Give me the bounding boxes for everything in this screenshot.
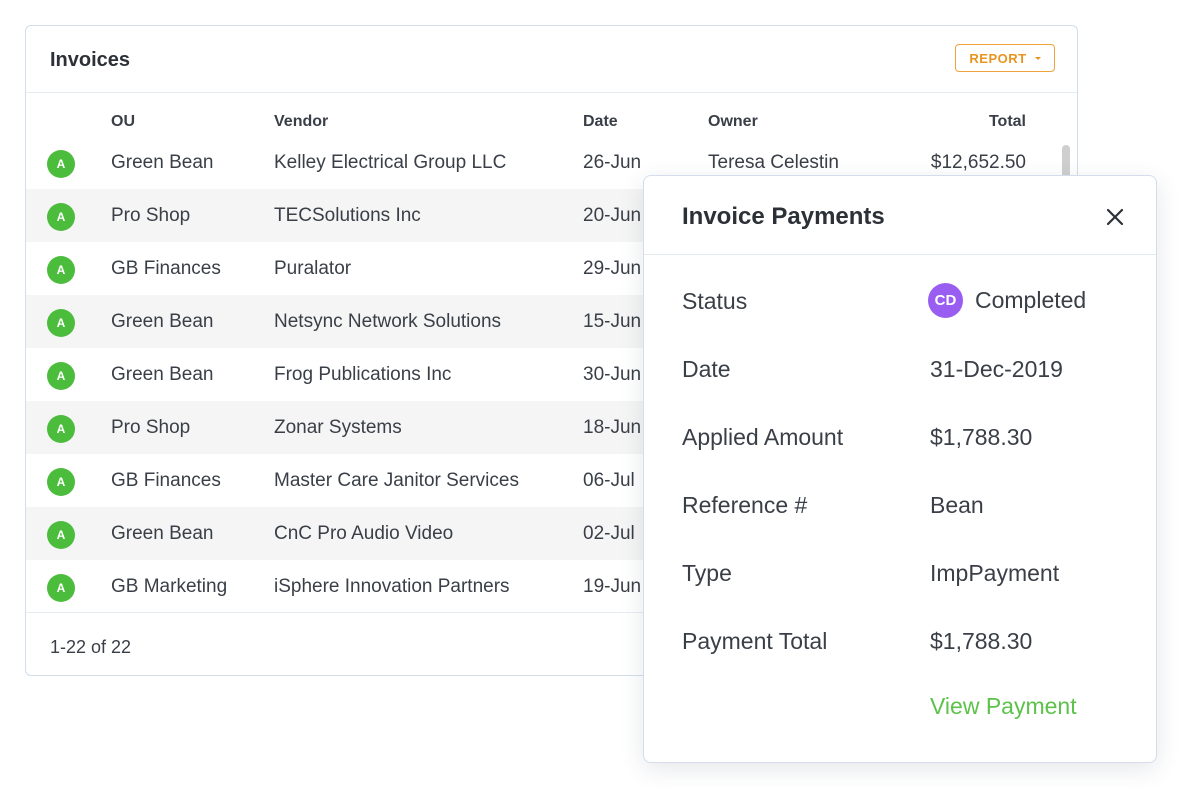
cell-vendor: Master Care Janitor Services — [274, 470, 519, 491]
cell-ou: GB Finances — [111, 258, 221, 279]
column-header-date[interactable]: Date — [583, 113, 618, 131]
field-type: Type ImpPayment — [644, 552, 1156, 592]
column-header-total[interactable]: Total — [989, 113, 1026, 131]
view-payment-link[interactable]: View Payment — [930, 693, 1077, 720]
avatar: A — [47, 521, 75, 549]
popover-header: Invoice Payments — [644, 176, 1156, 255]
avatar: A — [47, 574, 75, 602]
field-applied-amount: Applied Amount $1,788.30 — [644, 416, 1156, 456]
table-header: OU Vendor Date Owner Total — [26, 110, 1077, 134]
status-badge: CD — [928, 282, 963, 318]
avatar: A — [47, 362, 75, 390]
date-value: 31-Dec-2019 — [930, 356, 1063, 382]
cell-vendor: Frog Publications Inc — [274, 364, 452, 385]
column-header-owner[interactable]: Owner — [708, 113, 758, 131]
cell-ou: Pro Shop — [111, 205, 191, 226]
cell-vendor: iSphere Innovation Partners — [274, 576, 510, 597]
report-label: REPORT — [969, 50, 1027, 66]
cell-ou: GB Finances — [111, 470, 221, 491]
cell-date: 20-Jun — [583, 205, 642, 226]
cell-date: 18-Jun — [583, 417, 642, 438]
reference-value: Bean — [930, 492, 984, 518]
cell-date: 15-Jun — [583, 311, 642, 332]
cell-ou: Green Bean — [111, 364, 214, 385]
avatar: A — [47, 309, 75, 337]
invoice-payments-popover: Invoice Payments Status CD Completed Dat… — [643, 175, 1157, 763]
cell-ou: Green Bean — [111, 152, 214, 173]
pagination-info: 1-22 of 22 — [50, 637, 132, 657]
field-reference: Reference # Bean — [644, 484, 1156, 524]
column-header-vendor[interactable]: Vendor — [274, 113, 328, 131]
status-value: Completed — [975, 286, 1087, 313]
cell-ou: Green Bean — [111, 523, 214, 544]
cell-ou: Green Bean — [111, 311, 214, 332]
reference-label: Reference # — [682, 492, 808, 518]
report-button[interactable]: REPORT — [955, 44, 1055, 72]
applied-amount-value: $1,788.30 — [930, 424, 1033, 450]
applied-amount-label: Applied Amount — [682, 424, 844, 450]
invoices-header: Invoices REPORT — [26, 26, 1077, 93]
cell-date: 30-Jun — [583, 364, 642, 385]
cell-vendor: Kelley Electrical Group LLC — [274, 152, 507, 173]
cell-date: 29-Jun — [583, 258, 642, 279]
popover-title: Invoice Payments — [682, 203, 885, 230]
cell-vendor: CnC Pro Audio Video — [274, 523, 454, 544]
invoices-title: Invoices — [50, 49, 131, 71]
type-value: ImpPayment — [930, 560, 1060, 586]
date-label: Date — [682, 356, 731, 382]
payment-total-label: Payment Total — [682, 628, 828, 654]
status-label: Status — [682, 288, 748, 314]
cell-owner: Teresa Celestin — [708, 152, 839, 173]
cell-vendor: Puralator — [274, 258, 352, 279]
payment-total-value: $1,788.30 — [930, 628, 1033, 654]
field-payment-total: Payment Total $1,788.30 — [644, 620, 1156, 660]
cell-vendor: TECSolutions Inc — [274, 205, 421, 226]
cell-date: 02-Jul — [583, 523, 635, 544]
cell-total: $12,652.50 — [930, 152, 1026, 173]
type-label: Type — [682, 560, 732, 586]
status-value-wrap: CD Completed — [928, 280, 1086, 320]
avatar: A — [47, 150, 75, 178]
cell-vendor: Zonar Systems — [274, 417, 402, 438]
column-header-ou[interactable]: OU — [111, 113, 135, 131]
cell-date: 06-Jul — [583, 470, 635, 491]
cell-date: 26-Jun — [583, 152, 642, 173]
avatar: A — [47, 468, 75, 496]
field-date: Date 31-Dec-2019 — [644, 348, 1156, 388]
cell-date: 19-Jun — [583, 576, 642, 597]
field-status: Status CD Completed — [644, 280, 1156, 320]
avatar: A — [47, 256, 75, 284]
cell-ou: Pro Shop — [111, 417, 191, 438]
caret-down-icon — [1034, 57, 1041, 60]
close-icon[interactable] — [1105, 207, 1125, 227]
cell-vendor: Netsync Network Solutions — [274, 311, 502, 332]
cell-ou: GB Marketing — [111, 576, 228, 597]
avatar: A — [47, 203, 75, 231]
avatar: A — [47, 415, 75, 443]
